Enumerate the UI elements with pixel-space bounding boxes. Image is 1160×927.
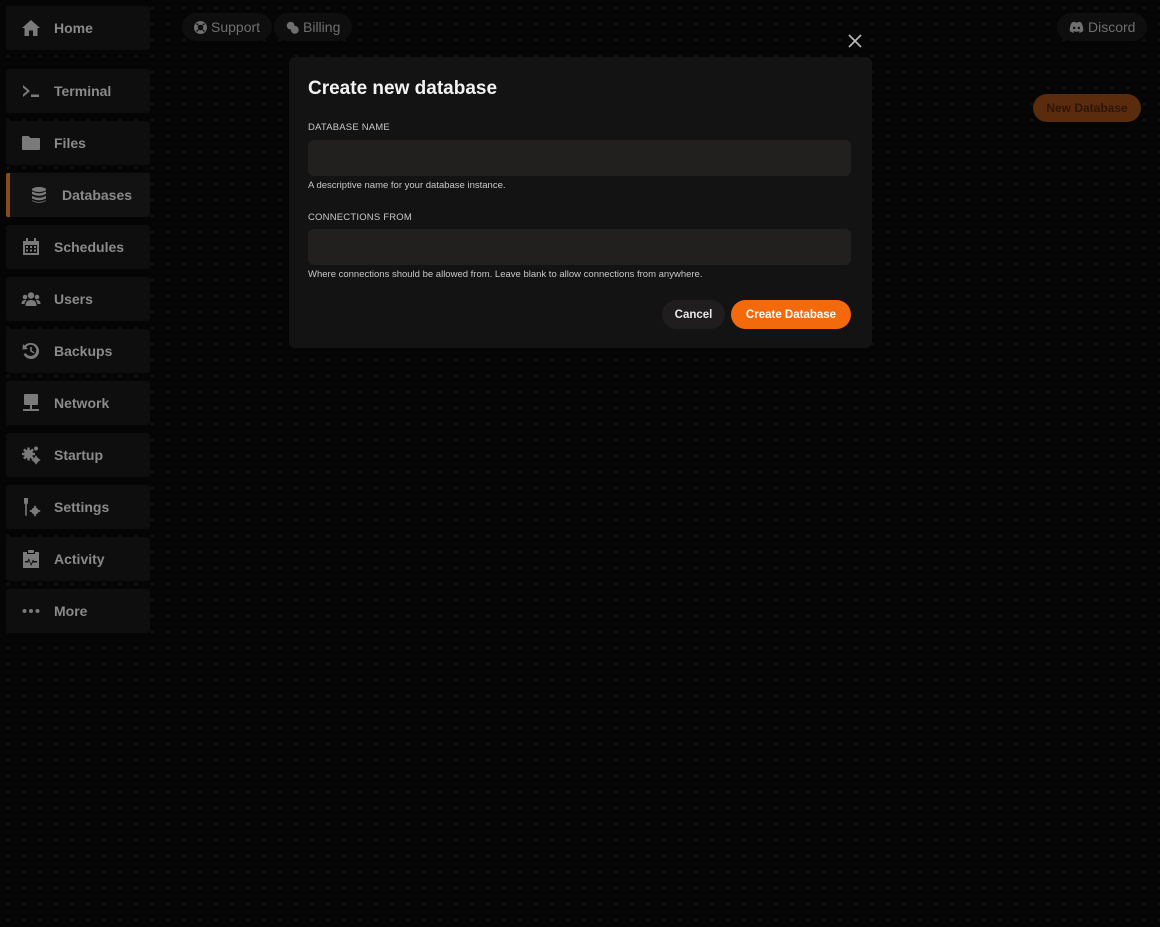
close-modal-button[interactable] (846, 32, 864, 50)
sidebar-item-label: Users (54, 291, 93, 307)
connections-from-help: Where connections should be allowed from… (308, 269, 703, 280)
folder-icon (20, 132, 42, 154)
sidebar-item-backups[interactable]: Backups (6, 329, 150, 373)
sidebar-item-files[interactable]: Files (6, 121, 150, 165)
billing-link[interactable]: Billing (274, 13, 353, 41)
sidebar-item-users[interactable]: Users (6, 277, 150, 321)
sidebar-item-startup[interactable]: Startup (6, 433, 150, 477)
sidebar-item-label: Network (54, 395, 110, 411)
cancel-button[interactable]: Cancel (662, 300, 725, 329)
sidebar-item-label: More (54, 603, 88, 619)
sidebar-item-network[interactable]: Network (6, 381, 150, 425)
billing-label: Billing (303, 19, 341, 35)
sidebar-item-databases[interactable]: Databases (6, 173, 150, 217)
sidebar-item-home[interactable]: Home (6, 6, 150, 50)
discord-link[interactable]: Discord (1057, 13, 1148, 41)
tools-icon (20, 496, 42, 518)
sidebar-item-label: Activity (54, 551, 105, 567)
connections-from-input[interactable] (308, 229, 851, 265)
sidebar-item-terminal[interactable]: Terminal (6, 69, 150, 113)
support-label: Support (211, 19, 261, 35)
new-database-button[interactable]: New Database (1033, 94, 1141, 122)
sidebar-item-label: Home (54, 20, 93, 36)
ellipsis-icon (20, 600, 42, 622)
network-icon (20, 392, 42, 414)
sidebar-item-more[interactable]: More (6, 589, 150, 633)
gears-icon (20, 444, 42, 466)
sidebar-item-activity[interactable]: Activity (6, 537, 150, 581)
create-database-dialog: Create new database DATABASE NAME A desc… (289, 57, 872, 348)
support-link[interactable]: Support (182, 13, 273, 41)
dialog-title: Create new database (308, 78, 498, 99)
sidebar-item-settings[interactable]: Settings (6, 485, 150, 529)
sidebar-item-label: Files (54, 135, 86, 151)
home-icon (20, 17, 42, 39)
terminal-icon (20, 80, 42, 102)
sidebar-item-label: Terminal (54, 83, 112, 99)
create-database-button[interactable]: Create Database (731, 300, 851, 329)
connections-from-label: CONNECTIONS FROM (308, 212, 413, 223)
users-icon (20, 288, 42, 310)
sidebar-item-label: Startup (54, 447, 103, 463)
discord-label: Discord (1088, 19, 1136, 35)
calendar-icon (20, 236, 42, 258)
support-icon (194, 20, 207, 34)
sidebar-item-label: Schedules (54, 239, 125, 255)
backup-icon (20, 340, 42, 362)
close-icon (848, 34, 862, 48)
database-name-help: A descriptive name for your database ins… (308, 180, 506, 191)
database-name-input[interactable] (308, 140, 851, 176)
discord-icon (1069, 21, 1084, 33)
database-icon (28, 184, 50, 206)
sidebar-item-label: Settings (54, 499, 110, 515)
sidebar-item-schedules[interactable]: Schedules (6, 225, 150, 269)
database-name-label: DATABASE NAME (308, 122, 390, 133)
sidebar-item-label: Databases (62, 187, 133, 203)
sidebar-item-label: Backups (54, 343, 113, 359)
activity-icon (20, 548, 42, 570)
coins-icon (286, 21, 299, 34)
